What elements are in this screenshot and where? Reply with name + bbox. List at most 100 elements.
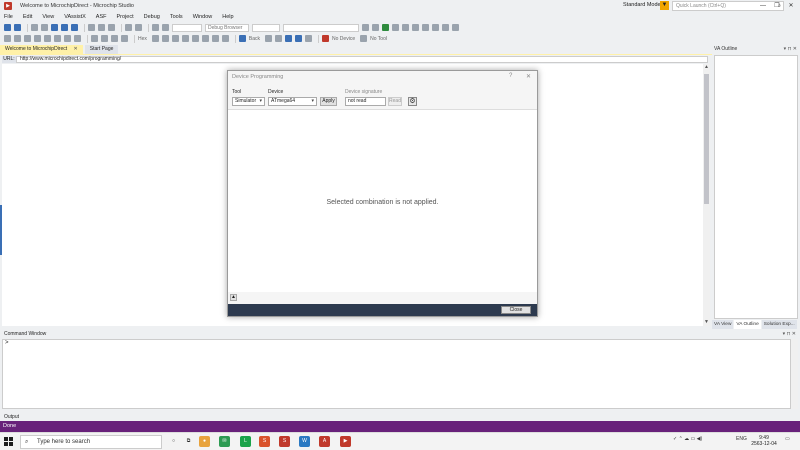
menu-help[interactable]: Help <box>218 14 239 20</box>
expand-log-button[interactable]: ▲ <box>230 294 237 301</box>
filter-icon[interactable]: ▼ <box>660 1 669 10</box>
scroll-down-icon[interactable]: ▼ <box>703 319 710 326</box>
memory-icon[interactable] <box>161 35 169 42</box>
paste-icon[interactable] <box>108 24 115 31</box>
menu-edit[interactable]: Edit <box>19 14 38 20</box>
gear-icon[interactable]: ⚙ <box>408 97 417 106</box>
save-all-icon[interactable] <box>71 24 78 31</box>
back-button[interactable]: Back <box>249 36 260 42</box>
maximize-button[interactable]: ❐ <box>770 0 784 12</box>
terminal-icon[interactable] <box>392 24 399 31</box>
read-button[interactable]: Read <box>388 97 402 106</box>
find-icon[interactable] <box>152 24 159 31</box>
layout-icon[interactable] <box>432 24 439 31</box>
step-into-icon[interactable] <box>91 35 98 42</box>
help-icon[interactable]: ? <box>509 73 512 79</box>
copy-icon[interactable] <box>98 24 105 31</box>
wechat-icon[interactable]: ✉ <box>219 436 230 447</box>
cut-icon[interactable] <box>88 24 95 31</box>
tool-select-icon[interactable] <box>360 35 368 42</box>
scroll-up-icon[interactable]: ▲ <box>703 64 710 71</box>
io-view-icon[interactable] <box>181 35 189 42</box>
minimize-button[interactable]: — <box>756 0 770 12</box>
back-icon[interactable] <box>238 35 246 42</box>
tool-select[interactable]: Simulator ▾ <box>232 97 265 106</box>
tool-icon[interactable] <box>372 24 379 31</box>
more-icon[interactable] <box>452 24 459 31</box>
command-scrollbar[interactable] <box>791 339 798 409</box>
forward-nav-icon[interactable] <box>14 24 21 31</box>
line-icon[interactable]: L <box>240 436 251 447</box>
language-indicator[interactable]: ENG <box>736 436 747 442</box>
notification-icon[interactable]: ▭ <box>785 436 790 442</box>
menu-view[interactable]: View <box>38 14 60 20</box>
redo-icon[interactable] <box>135 24 142 31</box>
font-size-icon[interactable] <box>305 35 313 42</box>
microchip-studio-icon[interactable]: ▶ <box>340 436 351 447</box>
menu-tools[interactable]: Tools <box>166 14 189 20</box>
step-out-icon[interactable] <box>111 35 118 42</box>
chrome-icon[interactable]: ● <box>199 436 210 447</box>
app-s-icon[interactable]: S <box>259 436 270 447</box>
registers-icon[interactable] <box>171 35 179 42</box>
menu-window[interactable]: Window <box>189 14 219 20</box>
comment-icon[interactable] <box>24 35 31 42</box>
tab-solution-explorer[interactable]: Solution Exp... <box>761 320 797 329</box>
refresh-icon[interactable] <box>285 35 293 42</box>
target-icon[interactable] <box>402 24 409 31</box>
tab-output[interactable]: Output <box>0 413 19 421</box>
extension-icon[interactable] <box>442 24 449 31</box>
device-select[interactable]: ATmega64 ▾ <box>268 97 317 106</box>
menu-asf[interactable]: ASF <box>92 14 113 20</box>
build-icon[interactable] <box>162 24 169 31</box>
close-tab-icon[interactable]: ✕ <box>74 46 78 52</box>
clear-bookmark-icon[interactable] <box>74 35 81 42</box>
save-icon[interactable] <box>61 24 68 31</box>
panel-pin-close-icon[interactable]: ▾ ⊓ ✕ <box>783 330 800 339</box>
uncomment-icon[interactable] <box>34 35 41 42</box>
open-file-icon[interactable] <box>51 24 58 31</box>
config-combo[interactable] <box>172 23 202 32</box>
device-programming-icon[interactable] <box>382 24 389 31</box>
processor-icon[interactable] <box>191 35 199 42</box>
task-view-icon[interactable]: ⧉ <box>183 436 194 447</box>
platform-combo[interactable] <box>252 23 280 32</box>
editor-scrollbar[interactable]: ▲ ▼ <box>703 64 710 326</box>
tab-start-page[interactable]: Start Page <box>84 45 119 54</box>
chip-icon[interactable] <box>422 24 429 31</box>
panel-pin-close-icon[interactable]: ▾ ⊓ ✕ <box>784 45 800 54</box>
next-bookmark-icon[interactable] <box>64 35 71 42</box>
menu-file[interactable]: File <box>0 14 19 20</box>
app-s2-icon[interactable]: S <box>279 436 290 447</box>
menu-vassistx[interactable]: VAssistX <box>60 14 92 20</box>
debug-browser-combo[interactable]: Debug Browser <box>205 23 249 32</box>
find-in-files-icon[interactable] <box>362 24 369 31</box>
forward-icon[interactable] <box>265 35 273 42</box>
browser-search-icon[interactable] <box>295 35 303 42</box>
cortana-icon[interactable]: ○ <box>168 436 179 447</box>
taskbar-clock[interactable]: 9:49 2563-12-04 <box>750 435 778 447</box>
tab-va-outline[interactable]: VA Outline <box>734 320 761 329</box>
close-button[interactable]: Close <box>501 306 531 314</box>
no-device-button[interactable]: No Device <box>332 36 355 42</box>
new-file-icon[interactable] <box>41 24 48 31</box>
va-outline-body[interactable] <box>714 55 798 319</box>
undo-icon[interactable] <box>125 24 132 31</box>
tab-va-view[interactable]: VA View <box>712 320 734 329</box>
watch-icon[interactable] <box>151 35 159 42</box>
tab-welcome-microchipdirect[interactable]: Welcome to MicrochipDirect ✕ <box>0 45 83 54</box>
word-icon[interactable]: W <box>299 436 310 447</box>
settings-icon[interactable] <box>412 24 419 31</box>
url-input[interactable]: http://www.microchipdirect.com/programmi… <box>16 56 708 63</box>
apply-button[interactable]: Apply <box>320 97 337 106</box>
hex-toggle[interactable]: Hex <box>138 36 147 42</box>
search-combo[interactable] <box>283 23 359 32</box>
dialog-close-icon[interactable]: ✕ <box>526 73 531 80</box>
prev-bookmark-icon[interactable] <box>54 35 61 42</box>
device-icon[interactable] <box>322 35 330 42</box>
back-nav-icon[interactable] <box>4 24 11 31</box>
new-project-icon[interactable] <box>31 24 38 31</box>
run-to-cursor-icon[interactable] <box>121 35 128 42</box>
scrollbar-thumb[interactable] <box>704 74 709 204</box>
breakpoints-icon[interactable] <box>211 35 219 42</box>
